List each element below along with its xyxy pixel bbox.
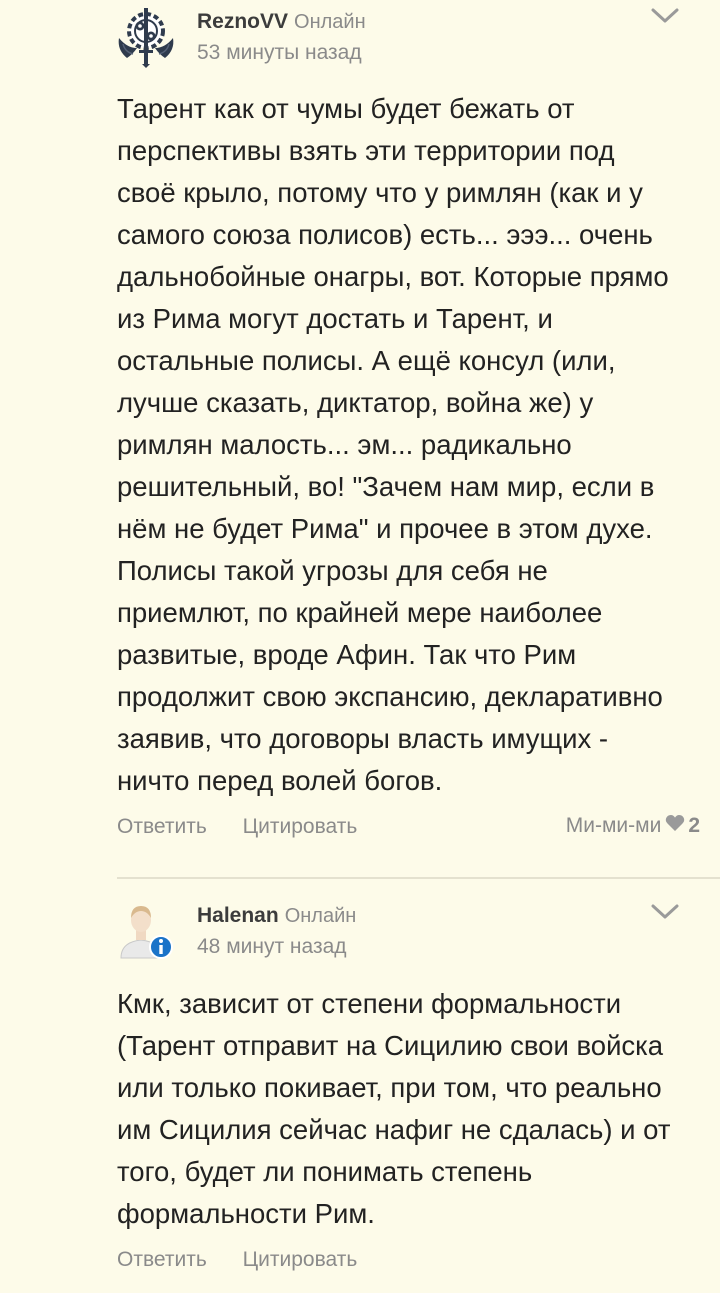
like-label: Ми-ми-ми (565, 814, 662, 837)
comment-line: дальнобойные онагры, вот. Которые прямо (117, 261, 669, 292)
comment-line: своё крыло, потому что у римлян (как и у (117, 177, 643, 208)
comment-line: из Рима могут достать и Тарент, и (117, 303, 553, 334)
comment-line: Полисы такой угрозы для себя не (117, 555, 548, 586)
comment-line: Кмк, зависит от степени формальности (117, 988, 622, 1019)
comment-line: перспективы взять эти территории под (117, 135, 615, 166)
comment-line: римлян малость... эм... радикально (117, 429, 572, 460)
reply-button[interactable]: Ответить (117, 815, 207, 839)
comment-line: заявив, что договоры власть имущих - (117, 723, 609, 754)
chevron-down-icon[interactable] (650, 6, 680, 26)
comment-line: или только покивает, при том, что реальн… (117, 1072, 662, 1103)
reply-button[interactable]: Ответить (117, 1248, 207, 1272)
avatar[interactable] (113, 4, 179, 70)
online-status: Онлайн (284, 905, 357, 927)
default-user-info-icon (120, 906, 173, 959)
comment: Halenan Онлайн 48 минут назад Кмк, зависи… (0, 880, 720, 1293)
quote-button[interactable]: Цитировать (243, 1248, 358, 1272)
comment-line: ничто перед волей богов. (117, 765, 443, 796)
comment-line: приемлют, по крайней мере наиболее (117, 597, 603, 628)
comment-actions: Ответить Цитировать (117, 815, 357, 839)
heart-icon (665, 814, 685, 838)
like-count: 2 (688, 814, 700, 837)
comment-line: развитые, вроде Афин. Так что Рим (117, 639, 577, 670)
comment-divider (117, 877, 720, 879)
comment-line: нём не будет Рима" и прочее в этом духе. (117, 513, 653, 544)
comment-time[interactable]: 48 минут назад (197, 931, 356, 963)
comment-line: того, будет ли понимать степень (117, 1156, 533, 1187)
comment-line: Тарент как от чумы будет бежать от (117, 93, 575, 124)
comment-time[interactable]: 53 минуты назад (197, 37, 366, 69)
comment-line: формальности Рим. (117, 1198, 375, 1229)
comment-header: Halenan Онлайн 48 минут назад (197, 902, 356, 963)
comment-actions: Ответить Цитировать (117, 1248, 357, 1272)
username[interactable]: ReznoVV (197, 10, 288, 33)
comment-line: им Сицилия сейчас нафиг не сдалась) и от (117, 1114, 671, 1145)
avatar[interactable] (113, 900, 179, 966)
comment-line: остальные полисы. А ещё консул (или, (117, 345, 616, 376)
comment-text: Кмк, зависит от степени формальности (Та… (117, 983, 707, 1235)
comment: ReznoVV Онлайн 53 минуты назад Тарент как… (0, 0, 720, 880)
comment-line: (Тарент отправит на Сицилию свои войска (117, 1030, 664, 1061)
quote-button[interactable]: Цитировать (243, 815, 358, 839)
comment-text: Тарент как от чумы будет бежать от персп… (117, 88, 707, 802)
comment-line: продолжит свою экспансию, декларативно (117, 681, 663, 712)
username[interactable]: Halenan (197, 904, 279, 927)
comment-header: ReznoVV Онлайн 53 минуты назад (197, 8, 366, 69)
comment-line: решительный, во! "Зачем нам мир, если в (117, 471, 655, 502)
brotherhood-gear-emblem-icon (118, 8, 174, 68)
online-status: Онлайн (294, 11, 366, 33)
like-button[interactable]: Ми-ми-ми 2 (566, 814, 700, 838)
comment-line: самого союза полисов) есть... эээ... оче… (117, 219, 653, 250)
comment-line: лучше сказать, диктатор, война же) у (117, 387, 594, 418)
chevron-down-icon[interactable] (650, 902, 680, 922)
